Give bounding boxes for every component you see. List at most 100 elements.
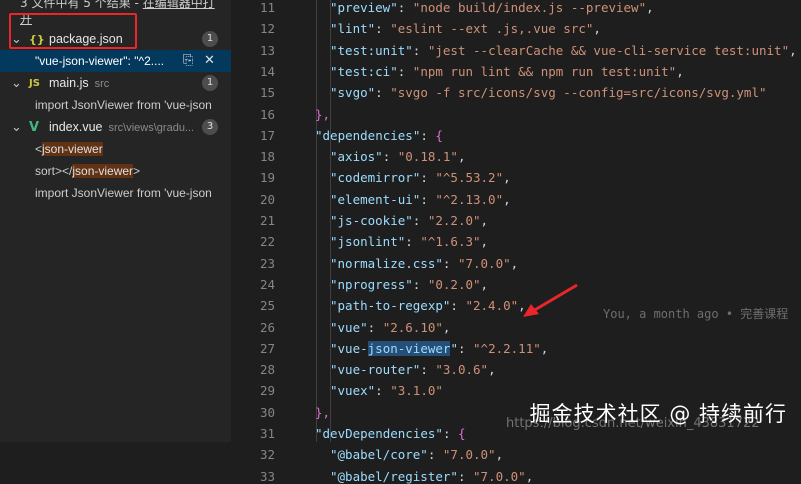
line-number: 12 — [259, 21, 275, 37]
file-name-wrap: main.js src — [49, 76, 109, 90]
match-suffix: > — [133, 164, 141, 178]
code-line[interactable]: "@babel/core": "7.0.0", — [330, 447, 503, 462]
json-string: "eslint --ext .js,.vue src" — [390, 21, 594, 37]
code-line[interactable]: "element-ui": "^2.13.0", — [330, 192, 511, 207]
comma: , — [510, 255, 519, 271]
code-line[interactable]: "test:ci": "npm run lint && npm run test… — [330, 64, 684, 79]
code-line[interactable]: "vue": "2.6.10", — [330, 320, 450, 335]
json-key: "codemirror" — [330, 170, 421, 186]
red-arrow-icon — [523, 283, 578, 317]
file-name: main.js — [49, 76, 89, 90]
search-match-row[interactable]: <json-viewer — [0, 138, 231, 160]
file-group-main-js[interactable]: ⌄ JS main.js src 1 — [0, 72, 231, 94]
json-key: "vuex" — [330, 383, 376, 399]
code-line[interactable]: "vuex": "3.1.0" — [330, 383, 443, 398]
search-match-row[interactable]: sort></json-viewer> — [0, 160, 231, 182]
watermark: 掘金技术社区 @ 持续前行 — [529, 402, 787, 426]
json-string: "node build/index.js --preview" — [412, 0, 647, 15]
comma: , — [676, 63, 684, 79]
code-line[interactable]: "svgo": "svgo -f src/icons/svg --config=… — [330, 85, 767, 100]
brace: { — [435, 127, 443, 143]
comma: , — [442, 319, 451, 335]
match-prefix: import JsonViewer from 'vue-json — [35, 186, 212, 200]
chevron-down-icon[interactable]: ⌄ — [11, 76, 25, 91]
code-line[interactable]: "codemirror": "^5.53.2", — [330, 170, 511, 185]
comma: , — [488, 362, 496, 378]
json-string: "jest --clearCache && vue-cli-service te… — [427, 42, 790, 58]
json-key: "test:ci" — [330, 63, 398, 79]
file-group-index-vue[interactable]: ⌄ V index.vue src\views\gradu... 3 — [0, 116, 231, 138]
comma: , — [503, 170, 511, 186]
json-string: "2.6.10" — [382, 319, 443, 335]
code-line[interactable]: "js-cookie": "2.2.0", — [330, 213, 488, 228]
code-line[interactable]: "vue-router": "3.0.6", — [330, 362, 496, 377]
json-key: "js-cookie" — [330, 213, 413, 228]
json-key: " — [450, 340, 458, 356]
colon: : — [397, 0, 413, 15]
search-match-row[interactable]: import JsonViewer from 'vue-json — [0, 182, 231, 204]
code-line[interactable]: }, — [315, 107, 330, 122]
line-number: 27 — [259, 340, 275, 356]
line-number: 21 — [259, 213, 275, 228]
json-string: "0.2.0" — [427, 276, 481, 292]
match-text: sort></json-viewer> — [35, 164, 140, 178]
line-number: 16 — [259, 106, 275, 122]
search-match-row[interactable]: "vue-json-viewer": "^2.... ⎘ ✕ — [0, 50, 231, 72]
comma: , — [540, 340, 549, 356]
code-line[interactable]: "test:unit": "jest --clearCache && vue-c… — [330, 43, 797, 58]
line-number: 13 — [259, 42, 275, 58]
close-icon[interactable]: ✕ — [204, 53, 215, 68]
match-prefix: < — [35, 142, 43, 156]
colon: : — [405, 234, 421, 250]
code-line[interactable]: "axios": "0.18.1", — [330, 149, 466, 164]
code-line[interactable]: "lint": "eslint --ext .js,.vue src", — [330, 21, 601, 36]
comma: , — [646, 0, 654, 15]
comma: , — [503, 191, 511, 207]
code-line[interactable]: "jsonlint": "^1.6.3", — [330, 234, 488, 249]
colon: : — [442, 426, 458, 441]
chevron-down-icon[interactable]: ⌄ — [11, 120, 25, 135]
search-match-row[interactable]: import JsonViewer from 'vue-json — [0, 94, 231, 116]
comma: , — [593, 21, 601, 37]
match-highlight: json-viewer — [42, 142, 103, 156]
code-editor[interactable]: 11 "preview": "node build/index.js --prev… — [231, 0, 801, 484]
json-string: "0.18.1" — [397, 149, 458, 165]
code-line[interactable]: }, — [315, 405, 330, 420]
code-line[interactable]: "dependencies": { — [315, 128, 443, 143]
match-text: import JsonViewer from 'vue-json — [35, 98, 212, 112]
code-line[interactable]: "path-to-regexp": "2.4.0", — [330, 298, 526, 313]
js-file-icon: JS — [29, 77, 40, 89]
result-count-badge: 1 — [202, 31, 218, 47]
line-number: 26 — [259, 319, 275, 335]
colon: : — [375, 383, 391, 399]
code-line[interactable]: "vue-json-viewer": "^2.2.11", — [330, 340, 549, 356]
json-key: "lint" — [330, 21, 376, 37]
colon: : — [397, 63, 413, 79]
comma: , — [457, 149, 466, 165]
comma: , — [495, 447, 504, 463]
colon: : — [457, 340, 474, 356]
replace-icon[interactable]: ⎘ — [183, 53, 193, 68]
json-key: "vue- — [330, 340, 368, 356]
match-prefix: import JsonViewer from 'vue-json — [35, 98, 212, 112]
code-line[interactable]: "normalize.css": "7.0.0", — [330, 256, 518, 271]
json-key: "preview" — [330, 0, 398, 15]
match-text: import JsonViewer from 'vue-json — [35, 186, 212, 200]
result-count-badge: 1 — [202, 75, 218, 91]
line-number: 28 — [259, 362, 275, 378]
search-summary-text: 3 文件中有 5 个结果 - — [20, 0, 143, 10]
code-line[interactable]: "devDependencies": { — [315, 426, 466, 441]
line-number: 29 — [259, 383, 275, 399]
line-number: 18 — [259, 149, 275, 165]
colon: : — [427, 447, 443, 463]
json-string: "2.2.0" — [427, 213, 481, 228]
code-line[interactable]: "preview": "node build/index.js --previe… — [330, 0, 654, 15]
json-key: "vue-router" — [330, 362, 421, 378]
code-line[interactable]: "nprogress": "0.2.0", — [330, 277, 488, 292]
code-line[interactable]: "@babel/register": "7.0.0", — [330, 469, 533, 484]
line-number: 11 — [259, 0, 275, 15]
comma: , — [789, 42, 797, 58]
comma: , — [480, 213, 489, 228]
json-string: "^2.13.0" — [435, 191, 504, 207]
json-string: "7.0.0" — [442, 447, 496, 463]
